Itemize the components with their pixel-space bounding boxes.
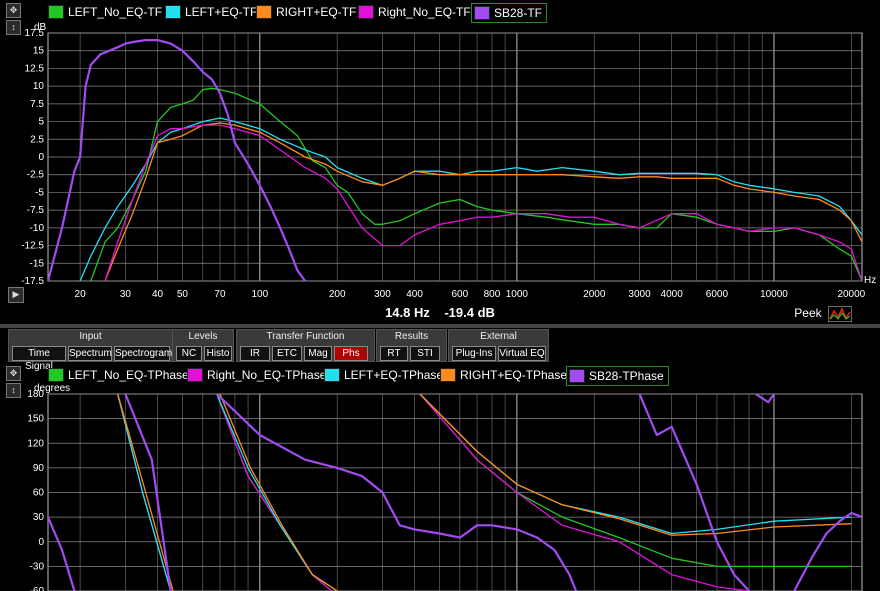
y-tick-label: -7.5 <box>27 205 45 216</box>
toolbar-group-title: Levels <box>188 331 218 342</box>
x-tick-label: 50 <box>177 289 189 300</box>
x-tick-label: 30 <box>120 289 132 300</box>
phase-chart: 1801501209060300-30-60degrees <box>27 383 863 591</box>
x-axis-unit: Hz <box>864 275 876 286</box>
toolbar-button[interactable]: Histo <box>204 346 232 361</box>
toolbar-button[interactable]: Time Signal <box>12 346 66 372</box>
y-tick-label: 5 <box>38 117 44 128</box>
y-tick-label: 30 <box>33 512 45 523</box>
analysis-toolbar: Input Time Signal Spectrum Spectrogram Level… <box>0 329 880 372</box>
x-tick-label: 1000 <box>506 289 529 300</box>
y-tick-label: 7.5 <box>30 99 44 110</box>
toolbar-button[interactable]: RT <box>380 346 408 361</box>
toolbar-group: Transfer Function IR ETC Mag Phs <box>236 329 375 362</box>
x-tick-label: 20000 <box>837 289 865 300</box>
y-tick-label: 150 <box>27 414 44 425</box>
panel-divider[interactable] <box>0 324 880 328</box>
x-tick-label: 4000 <box>661 289 684 300</box>
toolbar-group: Results RT STI <box>376 329 447 362</box>
y-tick-label: 12.5 <box>25 63 45 74</box>
toolbar-group-title: External <box>480 331 517 342</box>
x-tick-label: 70 <box>214 289 226 300</box>
toolbar-button[interactable]: Phs <box>334 346 368 361</box>
toolbar-button[interactable]: Mag <box>304 346 332 361</box>
cursor-level: -19.4 dB <box>444 305 495 320</box>
y-tick-label: -17.5 <box>21 276 44 287</box>
y-tick-label: 10 <box>33 81 45 92</box>
x-tick-label: 20 <box>75 289 87 300</box>
peek-control[interactable]: Peek <box>794 306 852 322</box>
toolbar-button[interactable]: Spectrogram <box>114 346 172 361</box>
x-tick-label: 200 <box>329 289 346 300</box>
y-tick-label: 120 <box>27 438 44 449</box>
y-tick-label: 15 <box>33 46 45 57</box>
toolbar-button[interactable]: IR <box>240 346 270 361</box>
x-tick-label: 6000 <box>706 289 729 300</box>
toolbar-button[interactable]: Virtual EQ <box>498 346 546 361</box>
y-tick-label: -30 <box>30 561 45 572</box>
x-tick-label: 100 <box>251 289 268 300</box>
toolbar-group: Input Time Signal Spectrum Spectrogram <box>8 329 173 372</box>
toolbar-button[interactable]: NC <box>176 346 202 361</box>
y-tick-label: 0 <box>38 537 44 548</box>
y-tick-label: -12.5 <box>21 241 44 252</box>
y-tick-label: -15 <box>30 258 45 269</box>
y-tick-label: 60 <box>33 488 45 499</box>
x-tick-label: 40 <box>152 289 164 300</box>
cursor-readout: 14.8 Hz -19.4 dB <box>0 305 880 323</box>
x-tick-label: 2000 <box>583 289 606 300</box>
play-button[interactable]: ▶ <box>8 287 24 303</box>
magnitude-chart: 17.51512.5107.552.50-2.5-5-7.5-10-12.5-1… <box>21 22 876 300</box>
cursor-frequency: 14.8 Hz <box>385 305 430 320</box>
toolbar-button[interactable]: ETC <box>272 346 302 361</box>
toolbar-group-title: Transfer Function <box>266 331 345 342</box>
y-tick-label: -5 <box>35 187 44 198</box>
x-tick-label: 400 <box>406 289 423 300</box>
toolbar-group-title: Input <box>79 331 102 342</box>
x-tick-label: 10000 <box>760 289 788 300</box>
toolbar-group: External Plug-Ins Virtual EQ <box>448 329 549 362</box>
x-tick-label: 600 <box>452 289 469 300</box>
peek-label: Peek <box>794 306 822 321</box>
x-tick-label: 300 <box>374 289 391 300</box>
x-tick-label: 3000 <box>628 289 651 300</box>
toolbar-button[interactable]: STI <box>410 346 440 361</box>
peek-icon <box>828 306 852 322</box>
y-axis-unit: dB <box>34 22 47 33</box>
y-tick-label: -2.5 <box>27 170 45 181</box>
y-tick-label: 2.5 <box>30 134 44 145</box>
y-tick-label: -10 <box>30 223 45 234</box>
x-tick-label: 800 <box>484 289 501 300</box>
toolbar-button[interactable]: Plug-Ins <box>452 346 496 361</box>
toolbar-group-title: Results <box>394 331 429 342</box>
y-tick-label: 90 <box>33 463 45 474</box>
toolbar-group: Levels NC Histo <box>172 329 234 362</box>
y-axis-unit: degrees <box>34 383 70 394</box>
y-tick-label: 0 <box>38 152 44 163</box>
y-tick-label: -60 <box>30 586 45 591</box>
toolbar-button[interactable]: Spectrum <box>68 346 112 361</box>
